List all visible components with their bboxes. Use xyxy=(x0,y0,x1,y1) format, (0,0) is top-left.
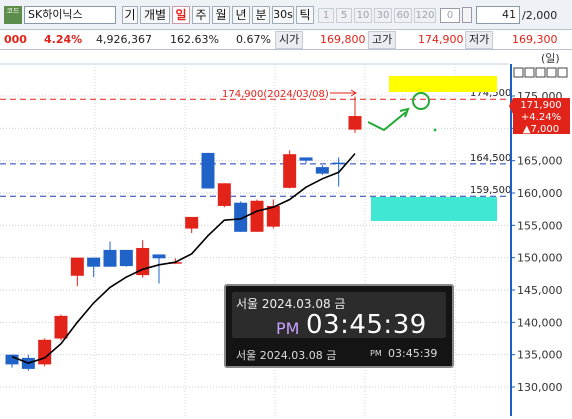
tab-minute[interactable]: 분 xyxy=(252,6,270,24)
candle-body xyxy=(201,152,215,189)
interval-input[interactable]: 0 xyxy=(440,8,460,23)
minute-button-10[interactable]: 10 xyxy=(354,8,372,23)
tab-tick[interactable]: 틱 xyxy=(296,6,314,24)
clock-ampm-small: PM xyxy=(370,349,382,358)
period-total-label: /2,000 xyxy=(522,9,558,22)
current-price-value: 171,900 xyxy=(520,100,561,111)
unit-label: (일) xyxy=(541,51,560,65)
current-change-percent: +4.24% xyxy=(521,112,561,123)
interval-spinner[interactable] xyxy=(462,7,472,23)
tab-daily[interactable]: 일 xyxy=(172,6,190,24)
candle-body xyxy=(299,157,313,161)
price-level-label: 159,500 xyxy=(470,185,511,196)
tab-30-seconds[interactable]: 30s xyxy=(272,6,294,24)
clock-time: 03:45:39 xyxy=(306,310,427,340)
price-level-label: 164,500 xyxy=(470,153,511,164)
minute-button-60[interactable]: 60 xyxy=(394,8,412,23)
clock-date-small: 서울 2024.03.08 금 xyxy=(236,349,337,362)
candle-body xyxy=(119,249,133,267)
volume-value: 4,926,367 xyxy=(96,33,152,46)
tab-individual[interactable]: 개별 xyxy=(140,6,170,24)
turnover-percent: 0.67% xyxy=(236,33,271,46)
clock-time-small: 03:45:39 xyxy=(388,347,438,360)
price-change: 000 xyxy=(4,33,27,46)
period-count-input[interactable]: 41 xyxy=(476,6,520,24)
high-value: 174,900 xyxy=(418,33,464,46)
open-value: 169,800 xyxy=(320,33,366,46)
minute-button-30[interactable]: 30 xyxy=(374,8,392,23)
candle-body xyxy=(38,339,52,365)
y-tick-label: 150,000 xyxy=(517,252,563,265)
y-tick-label: 165,000 xyxy=(517,155,563,168)
stock-name-field[interactable]: SK하이닉스 xyxy=(24,6,116,24)
candle-body xyxy=(332,162,346,165)
clock-widget[interactable]: 서울 2024.03.08 금 PM 03:45:39 서울 2024.03.0… xyxy=(224,284,454,368)
chart-toolbar: 코드 SK하이닉스 기 개별 일 주 월 년 분 30s 틱 1 5 10 30… xyxy=(0,0,572,30)
candle-body xyxy=(348,116,362,130)
quote-bar: 000 4.24% 4,926,367 162.63% 0.67% 시가 169… xyxy=(0,30,572,50)
candle-body xyxy=(250,200,264,232)
low-value: 169,300 xyxy=(512,33,558,46)
stock-code-button[interactable]: 코드 xyxy=(4,6,22,24)
high-label: 고가 xyxy=(368,31,397,49)
candle-body xyxy=(54,315,68,339)
candle-body xyxy=(103,249,117,267)
y-tick-label: 130,000 xyxy=(517,381,563,394)
candle-body xyxy=(87,257,101,267)
y-tick-label: 160,000 xyxy=(517,187,563,200)
tab-weekly[interactable]: 주 xyxy=(192,6,210,24)
candle-body xyxy=(217,183,231,206)
y-tick-label: 135,000 xyxy=(517,349,563,362)
y-tick-label: 155,000 xyxy=(517,219,563,232)
cyan-support-zone xyxy=(371,197,497,221)
candle-body xyxy=(70,257,84,276)
candle-body xyxy=(152,254,166,259)
yellow-target-zone xyxy=(389,76,497,92)
current-change-diff: ▲7,000 xyxy=(523,124,559,135)
minute-button-1[interactable]: 1 xyxy=(318,8,334,23)
clock-ampm: PM xyxy=(276,319,300,338)
candle-body xyxy=(315,167,329,174)
current-price-marker: 171,900 +4.24% ▲7,000 xyxy=(509,98,570,135)
candle-body xyxy=(185,216,199,229)
volume-ratio: 162.63% xyxy=(170,33,219,46)
mini-controls[interactable] xyxy=(513,67,568,78)
y-tick-label: 140,000 xyxy=(517,316,563,329)
high-annotation-label: 174,900(2024/03/08) xyxy=(222,89,329,100)
tab-yearly[interactable]: 년 xyxy=(232,6,250,24)
candle-body xyxy=(283,154,297,188)
open-label: 시가 xyxy=(275,31,304,49)
y-tick-label: 145,000 xyxy=(517,284,563,297)
candle-body xyxy=(5,354,19,365)
minute-button-120[interactable]: 120 xyxy=(414,8,436,23)
low-label: 저가 xyxy=(465,31,494,49)
tab-period-basic[interactable]: 기 xyxy=(122,6,138,24)
minute-button-5[interactable]: 5 xyxy=(336,8,352,23)
change-percent: 4.24% xyxy=(44,33,83,46)
tab-monthly[interactable]: 월 xyxy=(212,6,230,24)
